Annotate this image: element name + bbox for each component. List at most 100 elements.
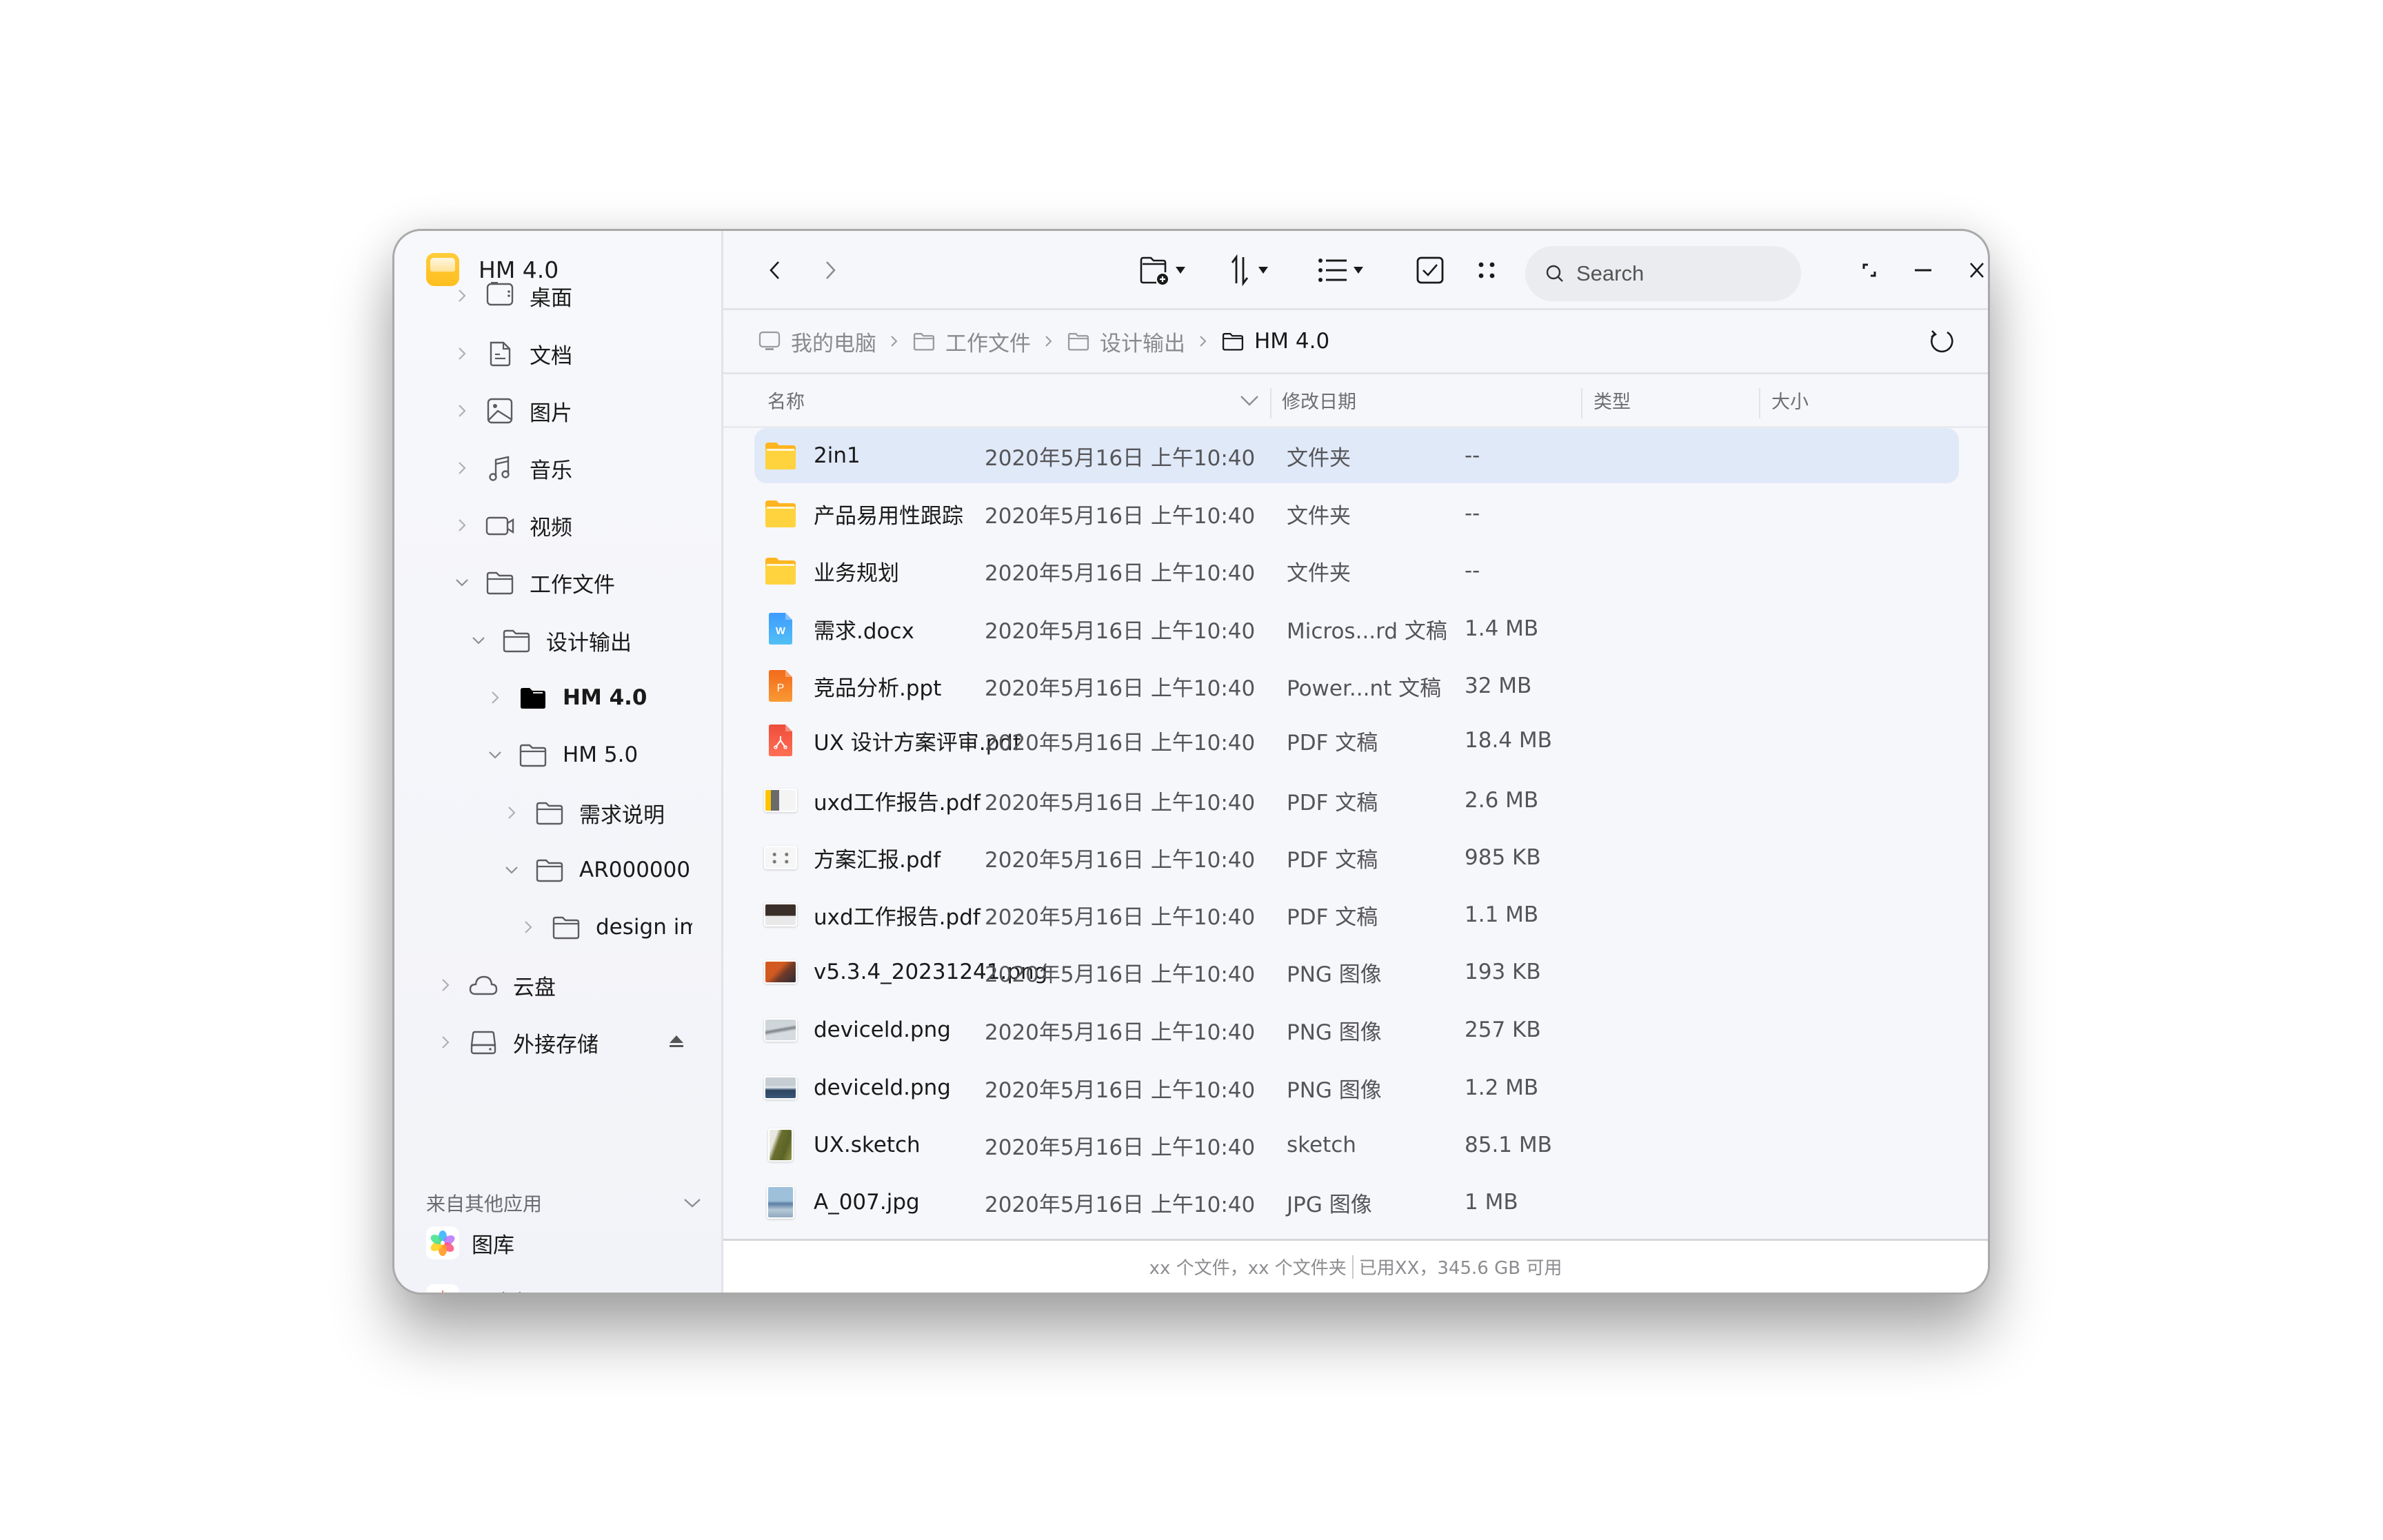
chevron-right-icon[interactable] — [454, 460, 470, 476]
sidebar-item[interactable]: 云盘 — [394, 964, 721, 1006]
file-row[interactable]: W 需求.docx 2020年5月16日 上午10:40 Micros...rd 文稿… — [754, 601, 1959, 656]
file-size: 1.1 MB — [1465, 902, 1539, 927]
file-row[interactable]: uxd工作报告.pdf 2020年5月16日 上午10:40 PDF 文稿 1.1 M… — [754, 887, 1959, 942]
file-row[interactable]: 方案汇报.pdf 2020年5月16日 上午10:40 PDF 文稿 985 KB — [754, 830, 1959, 885]
file-row[interactable]: 产品易用性跟踪 2020年5月16日 上午10:40 文件夹 -- — [754, 486, 1959, 541]
sidebar-item-label: HM 4.0 — [563, 685, 647, 710]
sidebar-item[interactable]: 音乐 — [394, 447, 721, 489]
sidebar-item[interactable]: design im — [394, 906, 721, 948]
sort-dropdown[interactable] — [1227, 253, 1282, 287]
close-button[interactable] — [1960, 253, 1988, 287]
view-mode-dropdown[interactable] — [1316, 253, 1375, 287]
file-date: 2020年5月16日 上午10:40 — [985, 560, 1256, 586]
file-size: -- — [1465, 558, 1480, 583]
file-date: 2020年5月16日 上午10:40 — [985, 904, 1256, 930]
chevron-right-icon[interactable] — [520, 919, 536, 935]
chevron-right-icon[interactable] — [437, 977, 454, 993]
column-size-header[interactable]: 大小 — [1771, 374, 1809, 426]
sidebar-item[interactable]: HM 4.0 — [394, 677, 721, 718]
sidebar-item[interactable]: AR000000 — [394, 849, 721, 891]
image-icon — [484, 396, 516, 425]
file-row[interactable]: uxd工作报告.pdf 2020年5月16日 上午10:40 PDF 文稿 2.6 M… — [754, 773, 1959, 828]
sidebar-item[interactable]: 桌面 — [394, 275, 721, 316]
file-type: PDF 文稿 — [1287, 904, 1378, 930]
other-apps-header[interactable]: 来自其他应用 — [426, 1189, 702, 1217]
sidebar-item[interactable]: 工作文件 — [394, 562, 721, 603]
new-folder-dropdown[interactable] — [1137, 253, 1199, 287]
recorder-app-icon — [426, 1284, 459, 1293]
chevron-right-icon[interactable] — [454, 517, 470, 534]
breadcrumb-separator-icon — [889, 333, 900, 349]
chevron-down-icon[interactable] — [470, 632, 487, 649]
sidebar-item[interactable]: 图片 — [394, 390, 721, 432]
column-divider[interactable] — [1759, 388, 1760, 418]
file-name: deviceld.png — [814, 1075, 951, 1100]
sidebar-item-label: 音乐 — [530, 458, 572, 483]
chevron-down-icon[interactable] — [683, 1192, 702, 1215]
breadcrumb-item[interactable]: 设计输出 — [1067, 326, 1185, 357]
folder-icon — [501, 626, 532, 655]
file-row[interactable]: deviceld.png 2020年5月16日 上午10:40 PNG 图像 257 … — [754, 1002, 1959, 1057]
file-row[interactable]: UX 设计方案评审.pdf 2020年5月16日 上午10:40 PDF 文稿 18.… — [754, 713, 1959, 768]
chevron-down-icon[interactable] — [454, 574, 470, 591]
file-type: PNG 图像 — [1287, 1020, 1382, 1045]
chevron-down-icon[interactable] — [503, 862, 520, 878]
file-row[interactable]: UX.sketch 2020年5月16日 上午10:40 sketch 85.1 MB — [754, 1117, 1959, 1173]
file-row[interactable]: 2in1 2020年5月16日 上午10:40 文件夹 -- — [754, 428, 1959, 483]
column-date-header[interactable]: 修改日期 — [1282, 374, 1356, 426]
sidebar-item[interactable]: 需求说明 — [394, 792, 721, 833]
eject-icon[interactable] — [667, 1033, 685, 1053]
column-divider[interactable] — [1581, 388, 1582, 418]
refresh-button[interactable] — [1924, 325, 1959, 359]
column-type-header[interactable]: 类型 — [1593, 374, 1631, 426]
chevron-right-icon[interactable] — [437, 1034, 454, 1051]
chevron-right-icon[interactable] — [454, 345, 470, 362]
sidebar-item[interactable]: 外接存储 — [394, 1022, 721, 1063]
sidebar-app-gallery[interactable]: 图库 — [426, 1225, 514, 1261]
file-name-cell: uxd工作报告.pdf — [764, 887, 981, 942]
breadcrumb-item[interactable]: HM 4.0 — [1221, 329, 1329, 354]
toolbar — [723, 231, 1988, 310]
folder-filled-icon — [517, 683, 549, 712]
sidebar-item[interactable]: 文档 — [394, 333, 721, 374]
breadcrumb-item[interactable]: 工作文件 — [912, 326, 1031, 357]
column-name-header[interactable]: 名称 — [767, 374, 805, 426]
breadcrumb-separator-icon — [1043, 333, 1054, 349]
chevron-right-icon[interactable] — [487, 689, 503, 706]
sort-direction-toggle[interactable] — [1239, 374, 1260, 426]
more-button[interactable] — [1469, 253, 1504, 287]
search-input[interactable] — [1575, 261, 1784, 287]
breadcrumb-item[interactable]: 我的电脑 — [758, 326, 876, 357]
multi-select-button[interactable] — [1413, 253, 1447, 287]
file-row[interactable]: 业务规划 2020年5月16日 上午10:40 文件夹 -- — [754, 543, 1959, 598]
file-row[interactable]: v5.3.4_20231241.png 2020年5月16日 上午10:40 PNG… — [754, 944, 1959, 1000]
sidebar-item-label: design im — [596, 915, 692, 940]
sidebar-app-recorder[interactable]: 录音机 — [426, 1283, 536, 1293]
forward-button[interactable] — [813, 253, 847, 287]
sidebar-app-label: 录音机 — [472, 1286, 536, 1293]
chevron-right-icon[interactable] — [503, 804, 520, 821]
file-thumbnail-icon — [764, 1071, 797, 1104]
column-divider[interactable] — [1270, 388, 1271, 418]
chevron-right-icon[interactable] — [454, 287, 470, 304]
sidebar-item-label: AR000000 — [579, 858, 691, 882]
status-counts: xx 个文件，xx 个文件夹 — [1149, 1258, 1347, 1279]
sidebar-item[interactable]: 设计输出 — [394, 620, 721, 661]
file-type: Power...nt 文稿 — [1287, 676, 1442, 701]
back-button[interactable] — [758, 253, 792, 287]
minimize-button[interactable] — [1906, 253, 1940, 287]
sidebar-item[interactable]: 视频 — [394, 505, 721, 546]
file-row[interactable]: A_007.jpg 2020年5月16日 上午10:40 JPG 图像 1 MB — [754, 1175, 1959, 1230]
breadcrumb-label: 我的电脑 — [791, 331, 876, 356]
file-thumbnail-icon — [764, 955, 797, 989]
sidebar-item[interactable]: HM 5.0 — [394, 734, 721, 776]
file-row[interactable]: deviceld.png 2020年5月16日 上午10:40 PNG 图像 1.2 … — [754, 1060, 1959, 1115]
restore-window-button[interactable] — [1852, 253, 1887, 287]
chevron-down-icon[interactable] — [487, 747, 503, 763]
file-thumbnail-icon — [764, 1186, 797, 1219]
file-row[interactable]: P 竞品分析.ppt 2020年5月16日 上午10:40 Power...nt 文稿… — [754, 658, 1959, 713]
chevron-right-icon[interactable] — [454, 403, 470, 419]
search-box[interactable] — [1525, 246, 1801, 301]
file-name-cell: uxd工作报告.pdf — [764, 773, 981, 828]
folder-icon — [517, 740, 549, 769]
